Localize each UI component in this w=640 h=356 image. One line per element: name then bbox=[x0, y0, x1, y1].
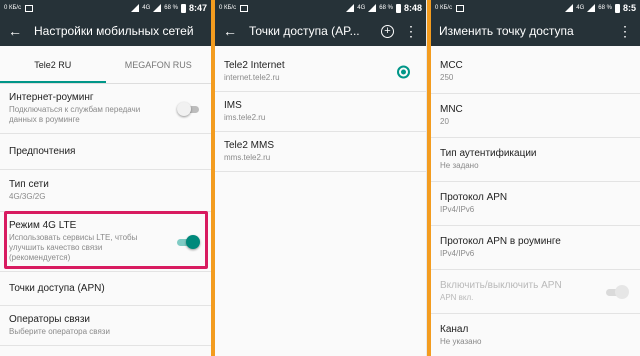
setting-title: Операторы связи bbox=[9, 314, 91, 325]
field-apn-protocol[interactable]: Протокол APN IPv4/IPv6 bbox=[431, 182, 640, 226]
setting-subtitle: Подключаться к службам передачи данных в… bbox=[9, 105, 141, 124]
network-type: 4G bbox=[357, 5, 366, 11]
field-title: Протокол APN в роуминге bbox=[440, 236, 561, 247]
status-bar: 0 КБ/с 4G 68 % 8:47 bbox=[0, 0, 211, 16]
setting-title: Тип сети bbox=[9, 179, 49, 190]
page-title: Точки доступа (AP... bbox=[249, 24, 360, 38]
field-value: IPv4/IPv6 bbox=[440, 205, 475, 214]
apn-item-ims[interactable]: IMS ims.tele2.ru bbox=[215, 92, 426, 132]
field-value: 250 bbox=[440, 73, 454, 82]
field-bearer[interactable]: Канал Не указано bbox=[431, 314, 640, 356]
battery-icon bbox=[395, 3, 401, 13]
network-type: 4G bbox=[142, 5, 151, 11]
data-speed: 0 КБ/с bbox=[4, 5, 22, 11]
apn-item-tele2-mms[interactable]: Tele2 MMS mms.tele2.ru bbox=[215, 132, 426, 172]
data-speed: 0 КБ/с bbox=[219, 5, 237, 11]
setting-access-points[interactable]: Точки доступа (APN) bbox=[0, 272, 211, 306]
setting-subtitle: 4G/3G/2G bbox=[9, 192, 46, 201]
battery-level: 68 % bbox=[164, 5, 178, 11]
tab-tele2[interactable]: Tele2 RU bbox=[0, 46, 106, 83]
add-apn-icon[interactable]: + bbox=[381, 24, 394, 38]
access-points-screen: 0 КБ/с 4G 68 % 8:48 ← Точки доступа (AP.… bbox=[215, 0, 426, 356]
field-value: IPv4/IPv6 bbox=[440, 249, 475, 258]
battery-icon bbox=[614, 3, 620, 13]
apn-address: mms.tele2.ru bbox=[224, 153, 271, 162]
network-type: 4G bbox=[576, 5, 585, 11]
wifi-signal-icon bbox=[131, 4, 140, 12]
field-mnc[interactable]: MNC 20 bbox=[431, 94, 640, 138]
app-bar: Изменить точку доступа ⋮ bbox=[431, 16, 640, 46]
field-title: Протокол APN bbox=[440, 192, 508, 203]
app-bar: ← Точки доступа (AP... + ⋮ bbox=[215, 16, 426, 46]
page-title: Настройки мобильных сетей bbox=[34, 24, 194, 38]
apn-name: IMS bbox=[224, 100, 242, 111]
setting-carriers[interactable]: Операторы связи Выберите оператора связи bbox=[0, 306, 211, 346]
mobile-network-settings-screen: 0 КБ/с 4G 68 % 8:47 ← Настройки мобильны… bbox=[0, 0, 211, 356]
back-arrow-icon[interactable]: ← bbox=[223, 24, 237, 38]
status-bar: 0 КБ/с 4G 68 % 8:48 bbox=[215, 0, 426, 16]
battery-level: 68 % bbox=[379, 5, 393, 11]
setting-preferences[interactable]: Предпочтения bbox=[0, 134, 211, 170]
app-bar: ← Настройки мобильных сетей bbox=[0, 16, 211, 46]
field-title: MCC bbox=[440, 60, 463, 71]
roaming-toggle[interactable] bbox=[177, 101, 199, 116]
wifi-signal-icon bbox=[346, 4, 355, 12]
field-value: APN вкл. bbox=[440, 293, 474, 302]
wifi-signal-icon bbox=[565, 4, 574, 12]
field-value: Не указано bbox=[440, 337, 482, 346]
status-bar: 0 КБ/с 4G 68 % 8:5 bbox=[431, 0, 640, 16]
setting-data-roaming[interactable]: Интернет-роуминг Подключаться к службам … bbox=[0, 84, 211, 134]
image-notification-icon bbox=[456, 4, 465, 12]
sim-tabs: Tele2 RU MEGAFON RUS bbox=[0, 46, 211, 84]
clock: 8:47 bbox=[188, 3, 207, 13]
setting-title: Предпочтения bbox=[9, 146, 76, 157]
setting-subtitle: Использовать сервисы LTE, чтобы улучшить… bbox=[9, 233, 138, 262]
apn-selected-radio[interactable] bbox=[397, 65, 410, 78]
apn-item-tele2-internet[interactable]: Tele2 Internet internet.tele2.ru bbox=[215, 52, 426, 92]
setting-title: Точки доступа (APN) bbox=[9, 283, 105, 294]
setting-4g-lte-mode[interactable]: Режим 4G LTE Использовать сервисы LTE, ч… bbox=[0, 212, 211, 272]
field-value: Не задано bbox=[440, 161, 479, 170]
setting-title: Режим 4G LTE bbox=[9, 220, 77, 231]
data-speed: 0 КБ/с bbox=[435, 5, 453, 11]
page-title: Изменить точку доступа bbox=[439, 24, 574, 38]
apn-name: Tele2 Internet bbox=[224, 60, 285, 71]
apn-address: internet.tele2.ru bbox=[224, 73, 280, 82]
field-apn-roaming-protocol[interactable]: Протокол APN в роуминге IPv4/IPv6 bbox=[431, 226, 640, 270]
field-auth-type[interactable]: Тип аутентификации Не задано bbox=[431, 138, 640, 182]
field-title: Включить/выключить APN bbox=[440, 280, 562, 291]
clock: 8:48 bbox=[403, 3, 422, 13]
more-vert-icon[interactable]: ⋮ bbox=[404, 23, 418, 40]
cell-signal-icon bbox=[153, 4, 162, 12]
image-notification-icon bbox=[25, 4, 34, 12]
clock: 8:5 bbox=[622, 3, 636, 13]
more-vert-icon[interactable]: ⋮ bbox=[618, 23, 632, 40]
field-apn-enable: Включить/выключить APN APN вкл. bbox=[431, 270, 640, 314]
setting-title: Интернет-роуминг bbox=[9, 92, 94, 103]
tab-megafon[interactable]: MEGAFON RUS bbox=[106, 46, 212, 83]
cell-signal-icon bbox=[587, 4, 596, 12]
field-title: MNC bbox=[440, 104, 463, 115]
back-arrow-icon[interactable]: ← bbox=[8, 24, 22, 38]
setting-subtitle: Выберите оператора связи bbox=[9, 327, 110, 336]
edit-access-point-screen: 0 КБ/с 4G 68 % 8:5 Изменить точку доступ… bbox=[431, 0, 640, 356]
field-value: 20 bbox=[440, 117, 449, 126]
battery-level: 68 % bbox=[598, 5, 612, 11]
field-title: Тип аутентификации bbox=[440, 148, 537, 159]
lte-toggle[interactable] bbox=[177, 234, 200, 249]
field-mcc[interactable]: MCC 250 bbox=[431, 50, 640, 94]
screenshot-collage: 0 КБ/с 4G 68 % 8:47 ← Настройки мобильны… bbox=[0, 0, 640, 356]
battery-icon bbox=[180, 3, 186, 13]
apn-enable-toggle bbox=[606, 284, 629, 299]
cell-signal-icon bbox=[368, 4, 377, 12]
apn-name: Tele2 MMS bbox=[224, 140, 275, 151]
setting-network-type[interactable]: Тип сети 4G/3G/2G bbox=[0, 170, 211, 212]
image-notification-icon bbox=[240, 4, 249, 12]
apn-address: ims.tele2.ru bbox=[224, 113, 266, 122]
field-title: Канал bbox=[440, 324, 469, 335]
